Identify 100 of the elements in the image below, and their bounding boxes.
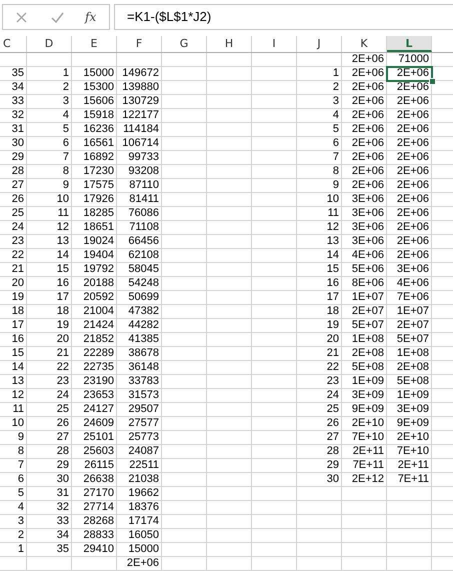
table-cell-text: 23653	[82, 389, 115, 402]
table-cell-text: 31	[56, 487, 70, 500]
table-cell-text: 5E+06	[350, 263, 385, 276]
table-cell-text: 3E+06	[350, 193, 385, 206]
table-cell-text: 5	[16, 487, 25, 500]
table-cell-text: 23	[326, 375, 340, 388]
table-cell-text: 31573	[127, 389, 160, 402]
table-cell-text: 44282	[127, 319, 160, 332]
table-cell-text: 106714	[121, 137, 160, 150]
table-cell-text: 7	[332, 151, 340, 164]
column-header[interactable]: F	[117, 36, 162, 52]
table-cell-text: 62108	[127, 249, 160, 262]
table-cell-text: 32	[56, 501, 70, 514]
table-cell-text: 21	[326, 347, 340, 360]
table-cell-text: 22	[56, 361, 70, 374]
table-cell-text: 15606	[82, 95, 115, 108]
table-cell-text: 2E+06	[396, 179, 430, 192]
table-cell-text: 1	[332, 67, 340, 80]
table-cell-text: 24	[10, 221, 25, 234]
table-cell-text: 9	[332, 179, 340, 192]
table-cell-text: 2	[16, 529, 25, 542]
table-cell-text: 13	[56, 235, 70, 248]
table-cell-text: 17230	[82, 165, 115, 178]
table-cell-text: 2E+06	[396, 81, 430, 94]
table-cell-text: 2E+06	[350, 179, 385, 192]
column-header[interactable]: E	[72, 36, 117, 52]
table-cell-text: 14	[326, 249, 340, 262]
table-cell-text: 2E+07	[396, 319, 430, 332]
table-cell-text: 34	[56, 529, 70, 542]
column-header[interactable]: D	[27, 36, 72, 52]
table-cell-text: 1E+09	[350, 375, 385, 388]
table-cell-text: 28833	[82, 529, 115, 542]
table-cell-text: 7E+10	[396, 445, 430, 458]
table-cell-text: 66456	[127, 235, 160, 248]
table-cell-text: 2E+06	[396, 151, 430, 164]
table-cell-text: 7E+11	[352, 459, 385, 472]
table-cell-text: 23190	[82, 375, 115, 388]
table-cell-text: 5E+08	[350, 361, 385, 374]
table-cell-text: 20188	[82, 277, 115, 290]
column-header[interactable]: L	[387, 36, 432, 52]
table-cell-text: 2E+06	[396, 165, 430, 178]
table-cell-text: 9	[16, 431, 25, 444]
insert-function-button[interactable]: fx	[75, 10, 106, 24]
table-cell-text: 19	[326, 319, 340, 332]
fill-handle[interactable]	[429, 78, 436, 85]
table-cell-text: 22289	[82, 347, 115, 360]
table-cell-text: 21038	[127, 473, 160, 486]
table-cell-text: 20	[56, 333, 70, 346]
table-cell-text: 32	[10, 109, 25, 122]
table-cell-text: 19792	[82, 263, 115, 276]
column-header[interactable]: J	[297, 36, 342, 52]
enter-icon[interactable]	[50, 12, 64, 22]
table-cell-text: 9E+09	[396, 417, 430, 430]
table-cell-text: 8	[62, 165, 70, 178]
table-cell-text: 54248	[127, 277, 160, 290]
column-header[interactable]: C	[0, 36, 27, 52]
table-cell-text: 15	[10, 347, 25, 360]
table-cell-text: 30	[56, 473, 70, 486]
table-cell-text: 33783	[127, 375, 160, 388]
table-cell-text: 25	[326, 403, 340, 416]
table-cell-text: 5	[62, 123, 70, 136]
table-cell-text: 2	[62, 81, 70, 94]
table-cell-text: 2E+06	[350, 109, 385, 122]
table-cell-text: 1E+09	[396, 389, 430, 402]
table-cell-text: 14	[56, 249, 70, 262]
table-cell-text: 3E+06	[350, 207, 385, 220]
table-cell-text: 29410	[82, 543, 115, 556]
cancel-icon[interactable]	[16, 12, 26, 22]
table-cell-text: 28268	[82, 515, 115, 528]
table-cell-text: 58045	[127, 263, 160, 276]
table-cell-text: 16561	[82, 137, 115, 150]
formula-field[interactable]: =K1-($L$1*J2)	[114, 4, 453, 30]
table-cell-text: 17926	[82, 193, 115, 206]
table-cell-text: 2E+11	[352, 445, 385, 458]
table-cell-text: 11	[56, 207, 70, 220]
table-cell-text: 25603	[82, 445, 115, 458]
table-cell-text: 8	[332, 165, 340, 178]
table-cell-text: 26	[56, 417, 70, 430]
table-cell-text: 24	[326, 389, 340, 402]
table-cell-text: 25	[10, 207, 25, 220]
table-cell-text: 20	[326, 333, 340, 346]
table-cell-text: 27	[10, 179, 25, 192]
table-cell-text: 2E+06	[350, 165, 385, 178]
table-cell-text: 29	[326, 459, 340, 472]
column-header[interactable]: H	[207, 36, 252, 52]
table-cell-text: 30	[326, 473, 340, 486]
table-cell-text: 4E+06	[350, 249, 385, 262]
table-cell-text: 5E+07	[350, 319, 385, 332]
table-cell-text: 12	[326, 221, 340, 234]
table-cell-text: 11	[326, 207, 340, 220]
column-header[interactable]: G	[162, 36, 207, 52]
table-cell-text: 2E+06	[350, 137, 385, 150]
table-cell-text: 19404	[82, 249, 115, 262]
table-cell-text: 27170	[82, 487, 115, 500]
table-cell-text: 18	[10, 305, 25, 318]
table-cell-text: 24609	[82, 417, 115, 430]
column-header[interactable]: I	[252, 36, 297, 52]
table-cell-text: 1E+07	[350, 291, 385, 304]
table-cell-text: 12	[56, 221, 70, 234]
table-cell-text: 17	[56, 291, 70, 304]
